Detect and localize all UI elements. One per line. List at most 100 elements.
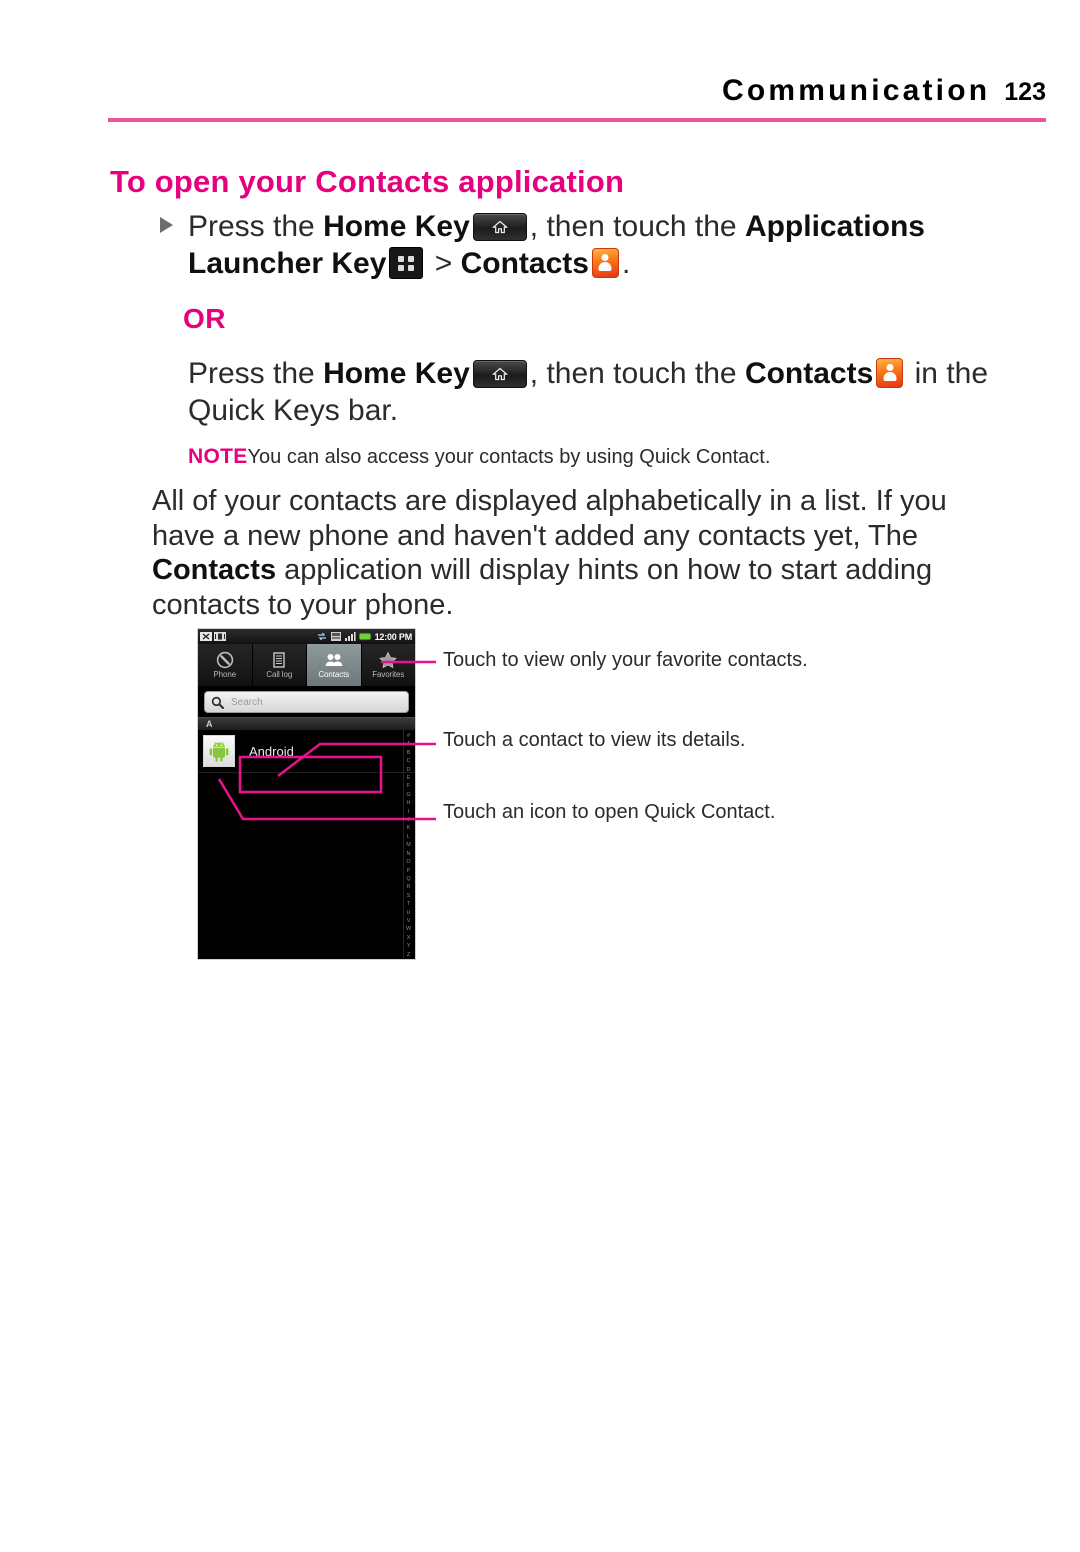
alt-contacts-label: Contacts xyxy=(744,357,874,390)
sync-icon xyxy=(317,632,326,641)
tab-call-log[interactable]: Call log xyxy=(252,644,307,686)
chapter-title: Communication xyxy=(722,74,991,107)
alt-text-part2: , then touch the xyxy=(529,357,745,390)
step-text-part2: , then touch the xyxy=(529,210,745,243)
search-input[interactable]: Search xyxy=(204,691,409,713)
or-separator: OR xyxy=(183,303,226,334)
alphabet-index-char[interactable]: C xyxy=(407,757,411,765)
contacts-tab-bar: Phone Call log Contacts Favorites xyxy=(198,644,415,686)
android-robot-avatar[interactable] xyxy=(203,735,235,767)
house-glyph xyxy=(492,367,508,381)
contacts-group-icon xyxy=(325,654,343,666)
status-bar-right-icons: 12:00 PM xyxy=(316,631,413,642)
search-placeholder: Search xyxy=(231,696,263,708)
alphabet-index-char[interactable]: X xyxy=(407,934,411,942)
contact-name: Android xyxy=(249,743,294,759)
alt-text-part1: Press the xyxy=(188,357,324,390)
alphabet-index-char[interactable]: F xyxy=(407,782,410,790)
tab-label: Contacts xyxy=(318,670,350,679)
call-log-list-icon xyxy=(273,652,285,668)
silent-mode-icon xyxy=(200,632,212,641)
alphabet-index-char[interactable]: # xyxy=(407,732,410,740)
apps-launcher-key-icon xyxy=(389,247,424,279)
house-glyph xyxy=(492,220,508,234)
note-label: NOTE xyxy=(188,445,248,468)
home-key-icon xyxy=(472,360,527,388)
alphabet-index-char[interactable]: T xyxy=(407,900,410,908)
contact-list: Android # A B C D E F G H I J K L M N O P Q R S T U V W X Y Z xyxy=(198,730,415,959)
page-number: 123 xyxy=(1004,78,1046,106)
body-paragraph: All of your contacts are displayed alpha… xyxy=(152,484,982,622)
header-title-row: Communication 123 xyxy=(108,74,1046,116)
tab-favorites[interactable]: Favorites xyxy=(361,644,415,686)
tab-label: Call log xyxy=(266,670,293,679)
step-alternate: Press the Home Key , then touch the Conta… xyxy=(188,355,1048,429)
battery-icon xyxy=(358,632,372,641)
alphabet-index-char[interactable]: G xyxy=(406,791,410,799)
list-section-header: A xyxy=(198,717,415,730)
alphabet-index-char[interactable]: D xyxy=(407,766,411,774)
page-title: To open your Contacts application xyxy=(110,164,625,199)
tab-label: Favorites xyxy=(372,670,405,679)
alphabet-index-char[interactable]: A xyxy=(407,740,411,748)
android-robot-glyph xyxy=(209,742,229,762)
alphabet-index-char[interactable]: E xyxy=(407,774,411,782)
tab-phone[interactable]: Phone xyxy=(198,644,253,686)
status-bar-clock: 12:00 PM xyxy=(374,631,413,642)
note-block: NOTEYou can also access your contacts by… xyxy=(188,444,770,470)
bullet-arrow-icon xyxy=(160,217,173,233)
alphabet-index-char[interactable]: J xyxy=(407,816,410,824)
page-header: Communication 123 xyxy=(108,74,1046,126)
sd-card-icon xyxy=(330,632,341,641)
alphabet-index-char[interactable]: V xyxy=(407,917,411,925)
status-bar-left-icons xyxy=(200,631,226,642)
step-text-part1: Press the xyxy=(188,210,324,243)
contacts-app-icon xyxy=(591,248,619,278)
alphabet-index-char[interactable]: P xyxy=(407,867,411,875)
alphabet-index-char[interactable]: B xyxy=(407,749,411,757)
phone-status-bar: 12:00 PM xyxy=(198,629,415,644)
tab-contacts[interactable]: Contacts xyxy=(307,644,362,686)
step-primary-text: Press the Home Key, then touch the Appli… xyxy=(160,208,1040,282)
paragraph-part1: All of your contacts are displayed alpha… xyxy=(152,485,947,552)
step-text-part3: > xyxy=(426,247,461,280)
alphabet-index-char[interactable]: U xyxy=(407,909,411,917)
signal-bars-icon xyxy=(344,632,356,641)
contacts-label: Contacts xyxy=(460,247,589,280)
alphabet-index-char[interactable]: W xyxy=(406,925,411,933)
alphabet-index-scrubber[interactable]: # A B C D E F G H I J K L M N O P Q R S T U V W X Y Z xyxy=(403,730,413,958)
note-text: You can also access your contacts by usi… xyxy=(247,446,771,468)
step-primary: Press the Home Key, then touch the Appli… xyxy=(160,208,1040,282)
paragraph-bold-contacts: Contacts xyxy=(152,554,277,586)
alphabet-index-char[interactable]: S xyxy=(407,892,411,900)
header-rule xyxy=(108,118,1046,122)
alphabet-index-char[interactable]: Y xyxy=(407,942,411,950)
home-key-label: Home Key xyxy=(323,210,470,243)
alphabet-index-char[interactable]: N xyxy=(407,850,411,858)
tab-label: Phone xyxy=(213,670,237,679)
alphabet-index-char[interactable]: L xyxy=(407,833,410,841)
callout-quick-contact: Touch an icon to open Quick Contact. xyxy=(443,801,776,823)
list-item[interactable]: Android xyxy=(198,730,415,773)
search-area: Search xyxy=(198,686,415,717)
alphabet-index-char[interactable]: I xyxy=(408,808,410,816)
contacts-app-icon xyxy=(876,358,904,388)
home-key-icon xyxy=(472,213,527,241)
phone-handset-icon xyxy=(216,651,233,669)
callout-contact-details: Touch a contact to view its details. xyxy=(443,729,746,751)
vibrate-icon xyxy=(214,632,226,641)
alphabet-index-char[interactable]: Q xyxy=(406,875,410,883)
alphabet-index-char[interactable]: Z xyxy=(407,951,410,959)
search-icon xyxy=(211,696,224,709)
section-letter: A xyxy=(206,719,213,729)
alphabet-index-char[interactable]: H xyxy=(407,799,411,807)
alphabet-index-char[interactable]: K xyxy=(407,824,411,832)
step-text-part4: . xyxy=(621,247,631,280)
callout-favorites: Touch to view only your favorite contact… xyxy=(443,649,808,671)
alphabet-index-char[interactable]: M xyxy=(406,841,411,849)
phone-screenshot-figure: 12:00 PM Phone Call log Contacts Favorit… xyxy=(197,628,416,960)
alt-home-key-label: Home Key xyxy=(323,357,470,390)
alphabet-index-char[interactable]: R xyxy=(407,883,411,891)
star-icon xyxy=(379,651,398,669)
alphabet-index-char[interactable]: O xyxy=(406,858,410,866)
